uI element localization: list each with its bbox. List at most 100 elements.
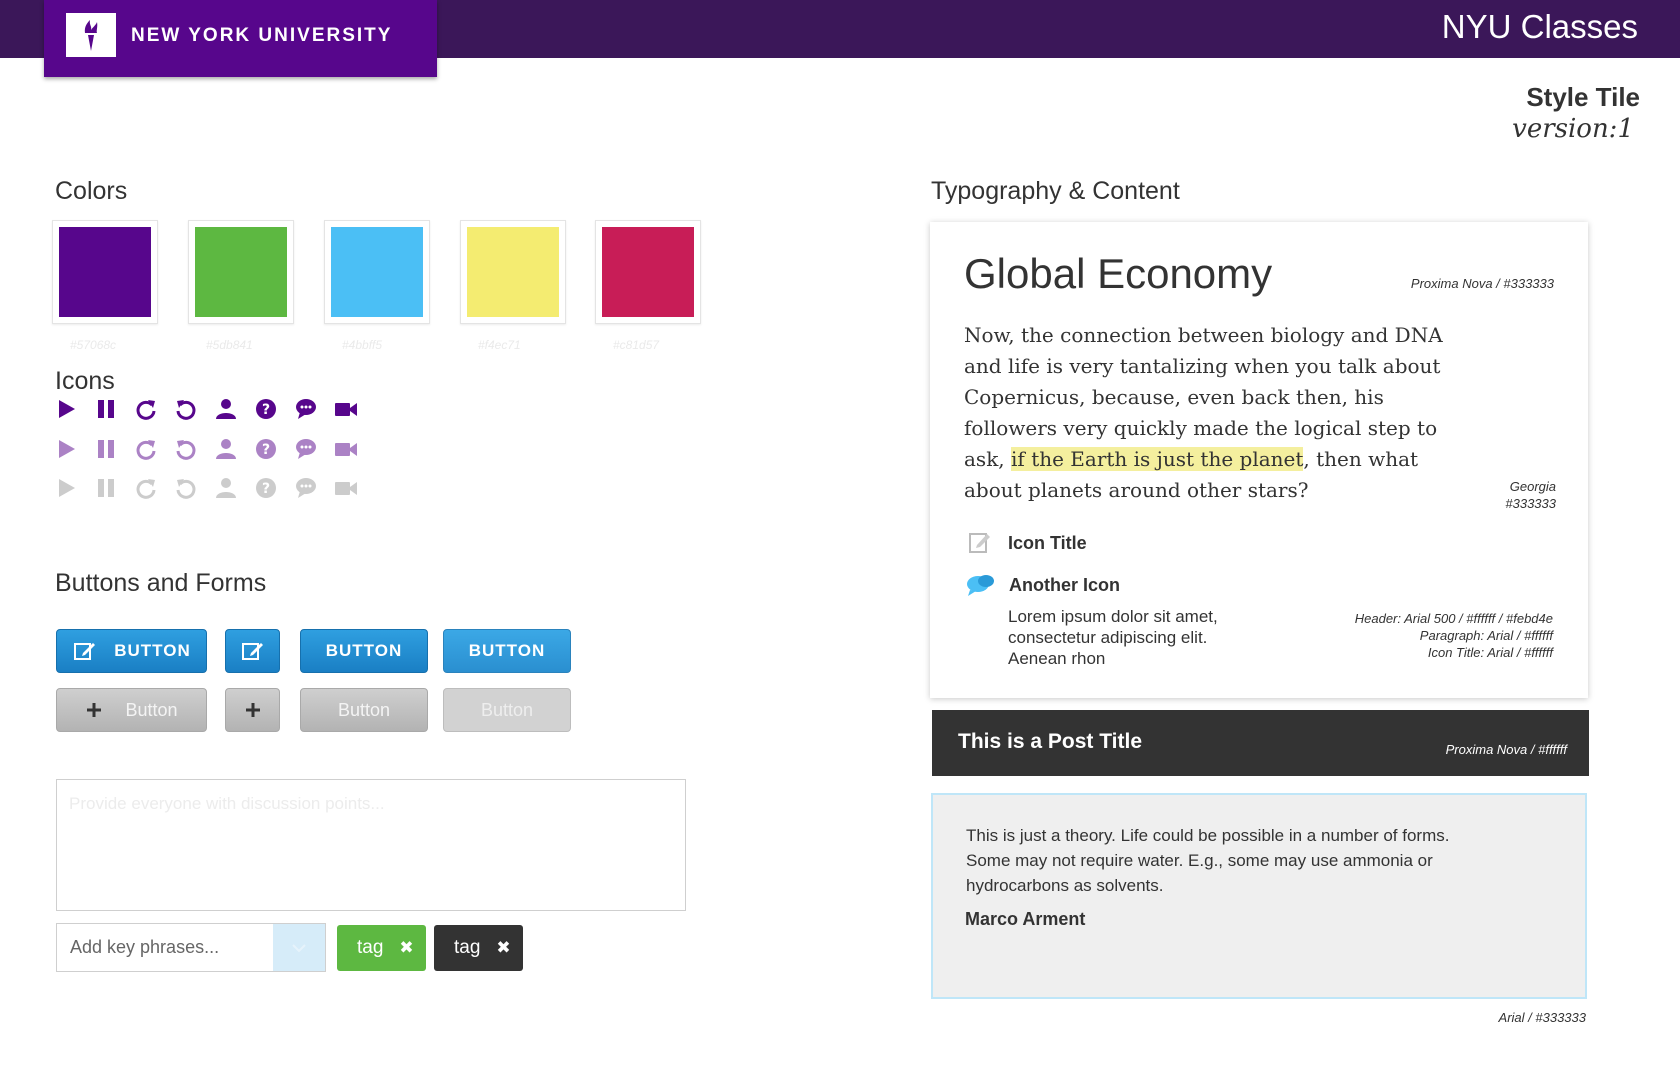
redo-icon[interactable]: [132, 395, 160, 423]
swatch-fill: [331, 227, 423, 317]
key-phrases-dropdown[interactable]: [273, 924, 325, 971]
redo-icon[interactable]: [132, 474, 160, 502]
button-label: Button: [480, 699, 534, 720]
help-icon[interactable]: ?: [252, 395, 280, 423]
video-icon[interactable]: [332, 474, 360, 502]
undo-icon[interactable]: [172, 474, 200, 502]
color-swatch: [460, 220, 566, 324]
edit-icon-button[interactable]: [225, 629, 280, 673]
edit-icon: [240, 638, 266, 664]
svg-text:?: ?: [262, 402, 270, 418]
chat-icon[interactable]: [292, 395, 320, 423]
swatch-fill: [59, 227, 151, 317]
plus-icon: [244, 697, 262, 723]
edit-button-with-label[interactable]: BUTTON: [56, 629, 207, 673]
color-swatch: [52, 220, 158, 324]
color-swatch: [188, 220, 294, 324]
swatch-hex-label: #5db841: [206, 338, 253, 352]
button-label: Button: [125, 699, 178, 720]
swatch-fill: [467, 227, 559, 317]
logo-text: NEW YORK UNIVERSITY: [131, 25, 393, 46]
paragraph-note-color: #333333: [1505, 496, 1556, 511]
gray-text-button[interactable]: Button: [300, 688, 428, 732]
typography-card: Global Economy Proxima Nova / #333333 No…: [930, 222, 1588, 698]
buttons-forms-heading: Buttons and Forms: [55, 569, 267, 597]
highlighted-text: if the Earth is just the planet: [1011, 447, 1304, 471]
nyu-logo[interactable]: NEW YORK UNIVERSITY: [44, 0, 437, 77]
typography-heading: Typography & Content: [931, 177, 1180, 205]
text-button[interactable]: BUTTON: [300, 629, 428, 673]
add-icon-button[interactable]: [225, 688, 280, 732]
headline-note: Proxima Nova / #333333: [1410, 276, 1554, 291]
play-icon[interactable]: [52, 474, 80, 502]
tag-green[interactable]: tag ✖: [337, 925, 426, 971]
swatch-hex-label: #57068c: [70, 338, 117, 352]
user-icon[interactable]: [212, 474, 240, 502]
video-icon[interactable]: [332, 435, 360, 463]
key-phrases-input[interactable]: Add key phrases...: [56, 923, 326, 972]
disabled-text-button[interactable]: Button: [443, 688, 571, 732]
quote-note: Arial / #333333: [1498, 1010, 1586, 1025]
style-tile-version: version:1: [1512, 114, 1634, 144]
svg-text:?: ?: [262, 481, 270, 497]
icon-note-icon-title: Icon Title: Arial / #ffffff: [1427, 645, 1553, 660]
undo-icon[interactable]: [172, 435, 200, 463]
svg-text:?: ?: [262, 442, 270, 458]
icon-note-header: Header: Arial 500 / #ffffff / #febd4e: [1354, 611, 1553, 626]
icon-note-paragraph: Paragraph: Arial / #ffffff: [1419, 628, 1553, 643]
text-button-hover[interactable]: BUTTON: [443, 629, 571, 673]
torch-icon: [66, 13, 116, 57]
edit-note-icon: [968, 529, 992, 560]
paragraph-note-font: Georgia: [1509, 479, 1556, 494]
icon-title: Icon Title: [1008, 533, 1087, 553]
style-tile-title: Style Tile: [1526, 82, 1640, 112]
key-phrases-placeholder: Add key phrases...: [70, 937, 220, 957]
user-icon[interactable]: [212, 395, 240, 423]
play-icon[interactable]: [52, 395, 80, 423]
button-label: BUTTON: [468, 641, 546, 660]
quote-box: This is just a theory. Life could be pos…: [931, 793, 1587, 999]
body-paragraph: Now, the connection between biology and …: [964, 320, 1444, 506]
button-label: Button: [337, 699, 391, 720]
button-label: BUTTON: [325, 641, 403, 660]
user-icon[interactable]: [212, 435, 240, 463]
tag-label: tag: [454, 937, 481, 958]
discussion-textarea[interactable]: Provide everyone with discussion points.…: [56, 779, 686, 911]
chat-icon[interactable]: [292, 435, 320, 463]
edit-icon: [72, 638, 98, 664]
color-swatch: [595, 220, 701, 324]
swatch-hex-label: #c81d57: [613, 338, 660, 352]
post-title: This is a Post Title: [958, 730, 1142, 753]
chat-icon[interactable]: [292, 474, 320, 502]
chat-bubbles-icon: [966, 572, 996, 603]
pause-icon[interactable]: [92, 474, 120, 502]
tag-label: tag: [357, 937, 384, 958]
swatch-hex-label: #f4ec71: [478, 338, 521, 352]
pause-icon[interactable]: [92, 395, 120, 423]
another-icon-title: Another Icon: [1009, 575, 1120, 595]
lorem-text: Lorem ipsum dolor sit amet, consectetur …: [1008, 607, 1218, 668]
redo-icon[interactable]: [132, 435, 160, 463]
swatch-fill: [195, 227, 287, 317]
color-swatch: [324, 220, 430, 324]
quote-text: This is just a theory. Life could be pos…: [966, 826, 1450, 895]
swatch-hex-label: #4bbff5: [342, 338, 383, 352]
headline: Global Economy: [964, 250, 1273, 297]
post-title-bar: This is a Post Title Proxima Nova / #fff…: [932, 710, 1589, 776]
add-button-with-label[interactable]: Button: [56, 688, 207, 732]
close-icon[interactable]: ✖: [399, 938, 413, 958]
quote-author: Marco Arment: [965, 909, 1086, 929]
swatch-fill: [602, 227, 694, 317]
undo-icon[interactable]: [172, 395, 200, 423]
help-icon[interactable]: ?: [252, 474, 280, 502]
close-icon[interactable]: ✖: [496, 938, 510, 958]
play-icon[interactable]: [52, 435, 80, 463]
pause-icon[interactable]: [92, 435, 120, 463]
textarea-placeholder: Provide everyone with discussion points.…: [69, 794, 385, 813]
plus-icon: [85, 697, 103, 723]
colors-heading: Colors: [55, 177, 128, 205]
help-icon[interactable]: ?: [252, 435, 280, 463]
video-icon[interactable]: [332, 395, 360, 423]
button-label: BUTTON: [114, 641, 191, 660]
tag-dark[interactable]: tag ✖: [434, 925, 523, 971]
